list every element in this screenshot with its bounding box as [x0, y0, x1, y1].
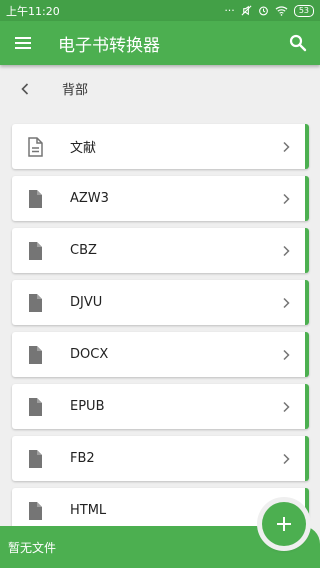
list-item-label: CBZ — [70, 243, 97, 258]
file-icon — [29, 189, 42, 208]
chevron-right-icon — [283, 349, 290, 360]
status-time: 上午11:20 — [6, 4, 60, 18]
list-item-label: HTML — [70, 503, 107, 518]
wifi-icon — [275, 6, 288, 16]
list-item[interactable]: FB2 — [12, 436, 309, 481]
chevron-right-icon — [283, 141, 290, 152]
add-button[interactable] — [262, 502, 306, 546]
status-icons: ··· 53 — [224, 4, 314, 17]
back-button[interactable] — [0, 65, 50, 112]
list-item[interactable]: 文献 — [12, 124, 309, 169]
plus-icon — [277, 517, 291, 531]
chevron-left-icon — [21, 82, 29, 95]
list-item[interactable]: AZW3 — [12, 176, 309, 221]
file-icon — [29, 501, 42, 520]
list-item[interactable]: DOCX — [12, 332, 309, 377]
list-item-label: 文献 — [70, 141, 97, 156]
chevron-right-icon — [283, 245, 290, 256]
file-icon — [29, 397, 42, 416]
list-item[interactable]: EPUB — [12, 384, 309, 429]
hamburger-menu-icon — [15, 37, 31, 49]
list-item-label: DOCX — [70, 347, 109, 362]
list-item-label: DJVU — [70, 295, 103, 310]
alarm-icon — [258, 6, 268, 16]
search-icon — [289, 34, 307, 52]
mute-icon — [241, 5, 252, 16]
file-icon — [29, 345, 42, 364]
chevron-right-icon — [283, 193, 290, 204]
list-item[interactable]: DJVU — [12, 280, 309, 325]
app-title: 电子书转换器 — [58, 35, 160, 56]
search-button[interactable] — [276, 21, 320, 65]
document-outline-icon — [28, 136, 43, 157]
status-bar: 上午11:20 ··· 53 — [0, 0, 320, 21]
chevron-right-icon — [283, 297, 290, 308]
file-icon — [29, 293, 42, 312]
menu-button[interactable] — [0, 21, 46, 65]
list-item[interactable]: CBZ — [12, 228, 309, 273]
chevron-right-icon — [283, 453, 290, 464]
file-icon — [29, 241, 42, 260]
battery-indicator: 53 — [293, 4, 314, 17]
format-list: 文献 AZW3 CBZ DJVU DOCX EPUB FB2 HTML — [12, 124, 309, 540]
breadcrumb-label: 背部 — [62, 83, 89, 98]
list-item-label: AZW3 — [70, 191, 109, 206]
list-item-label: EPUB — [70, 399, 105, 414]
breadcrumb: 背部 — [0, 65, 320, 112]
dots-icon: ··· — [224, 4, 235, 17]
list-item-label: FB2 — [70, 451, 95, 466]
chevron-right-icon — [283, 401, 290, 412]
empty-files-label: 暂无文件 — [8, 540, 57, 555]
app-bar: 电子书转换器 — [0, 21, 320, 65]
file-icon — [29, 449, 42, 468]
